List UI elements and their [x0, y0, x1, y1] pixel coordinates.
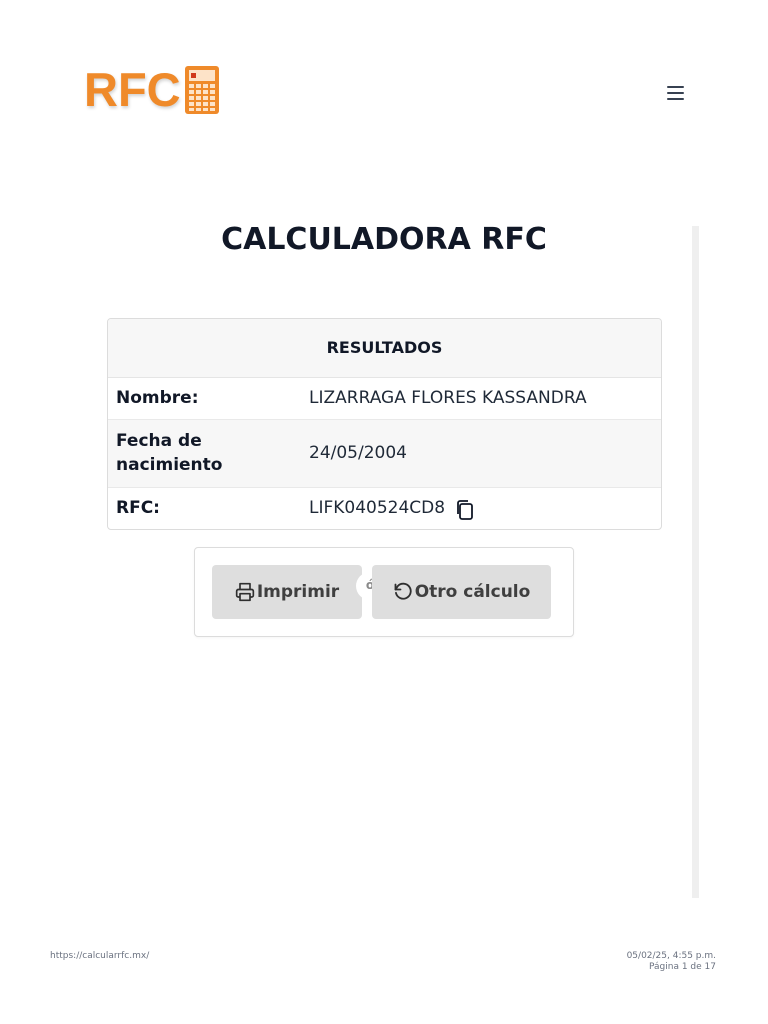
new-calculation-label: Otro cálculo: [414, 582, 531, 602]
table-row: RFC: LIFK040524CD8: [108, 488, 661, 529]
footer-page-number: Página 1 de 17: [649, 962, 716, 972]
rfc-value: LIFK040524CD8: [309, 498, 446, 518]
birthdate-value: 24/05/2004: [309, 443, 407, 463]
table-row: Nombre: LIZARRAGA FLORES KASSANDRA: [108, 378, 661, 420]
print-button[interactable]: Imprimir: [212, 565, 362, 619]
name-value: LIZARRAGA FLORES KASSANDRA: [309, 388, 587, 408]
actions-panel: Imprimir ó Otro cálculo: [194, 547, 574, 637]
name-label: Nombre:: [116, 388, 199, 408]
footer-info: 05/02/25, 4:55 p.m. Página 1 de 17: [627, 951, 716, 973]
footer-datetime: 05/02/25, 4:55 p.m.: [626, 951, 716, 961]
printer-icon: [235, 582, 254, 602]
rotate-ccw-icon: [394, 582, 412, 600]
footer-url: https://calcularrfc.mx/: [50, 951, 150, 961]
results-table: RESULTADOS Nombre: LIZARRAGA FLORES KASS…: [107, 318, 662, 530]
logo-text: RFC: [84, 63, 181, 116]
hamburger-menu-icon[interactable]: [664, 82, 688, 106]
results-heading: RESULTADOS: [108, 319, 661, 378]
table-row: Fecha de nacimiento 24/05/2004: [108, 420, 661, 488]
print-label: Imprimir: [256, 582, 340, 602]
new-calculation-button[interactable]: Otro cálculo: [372, 565, 551, 619]
scrollbar[interactable]: [692, 226, 699, 898]
rfc-label: RFC:: [116, 498, 160, 518]
page-title: CALCULADORA RFC: [221, 222, 547, 257]
birthdate-label: Fecha de nacimiento: [116, 431, 223, 475]
copy-icon[interactable]: [455, 499, 475, 521]
calculator-icon: [184, 66, 219, 114]
logo[interactable]: RFC: [84, 64, 220, 116]
